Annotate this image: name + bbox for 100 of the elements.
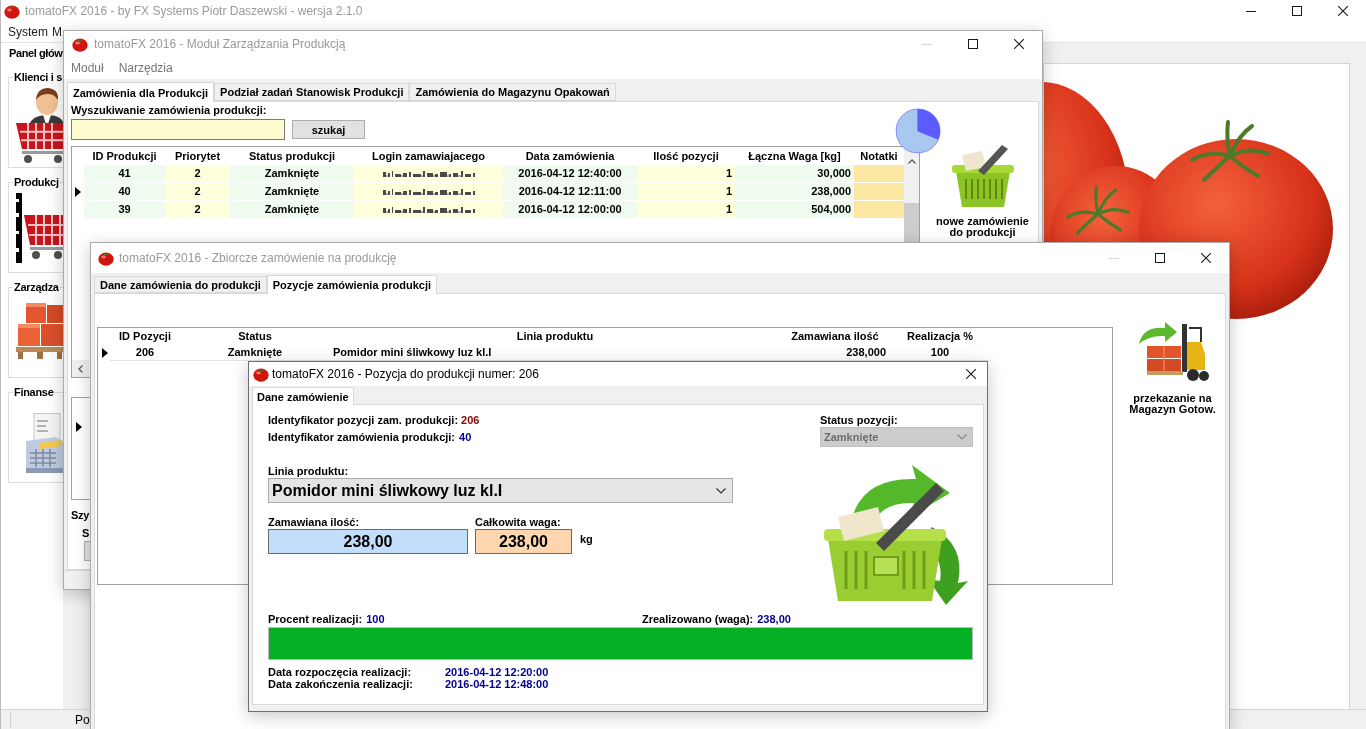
unit-label: kg bbox=[580, 533, 593, 545]
table-cell: Zamknięte bbox=[180, 345, 330, 361]
table-cell: 1 bbox=[637, 165, 735, 183]
table-cell: 2016-04-12 12:40:00 bbox=[503, 165, 637, 183]
basket-icon bbox=[949, 145, 1016, 209]
column-header: Data zamówienia bbox=[524, 149, 616, 164]
tomato-icon bbox=[72, 36, 88, 52]
field-label: Zrealizowano (waga): bbox=[642, 612, 754, 626]
table-cell: 2016-04-12 12:11:00 bbox=[503, 183, 637, 201]
window-title: tomatoFX 2016 - Pozycja do produkcji numer: 206 bbox=[272, 366, 539, 382]
column-header: Linia produktu bbox=[515, 329, 595, 344]
weight-field[interactable]: 238,00 bbox=[475, 529, 572, 554]
table-cell: Zamknięte bbox=[230, 165, 354, 183]
chevron-up-icon bbox=[907, 158, 916, 164]
forklift-icon bbox=[1136, 320, 1209, 382]
field-label: Data zakończenia realizacji: bbox=[268, 678, 413, 691]
tomato-icon bbox=[4, 3, 20, 19]
field-label: Całkowita waga: bbox=[475, 515, 562, 529]
column-header: Łączna Waga [kg] bbox=[747, 149, 842, 164]
menu-item[interactable]: M bbox=[52, 24, 62, 40]
table-cell: 40 bbox=[84, 183, 165, 201]
tomato-icon bbox=[98, 250, 114, 266]
table-cell: 1 bbox=[637, 183, 735, 201]
menu-item[interactable]: Narzędzia bbox=[118, 60, 173, 76]
column-header: Priorytet bbox=[173, 149, 222, 164]
field-value: 2016-04-12 12:48:00 bbox=[445, 677, 549, 691]
quantity-field[interactable]: 238,00 bbox=[268, 529, 468, 554]
field-label: Linia produktu: bbox=[268, 464, 350, 478]
product-line-dropdown[interactable]: Pomidor mini śliwkowy luz kl.I bbox=[268, 478, 733, 503]
field-label: Zamawiana ilość: bbox=[268, 515, 361, 529]
field-value: 238,00 bbox=[757, 612, 791, 626]
table-cell: 41 bbox=[84, 165, 165, 183]
panel-title: Panel głów bbox=[9, 46, 63, 60]
group-label: Klienci i s bbox=[13, 70, 64, 84]
group-label: Finanse bbox=[13, 385, 55, 399]
table-cell: 39 bbox=[84, 201, 165, 219]
table-cell: 238,000 bbox=[735, 183, 854, 201]
table-cell: 100 bbox=[890, 345, 990, 361]
scroll-left-button[interactable] bbox=[72, 360, 89, 377]
search-field[interactable] bbox=[71, 119, 285, 140]
tab[interactable]: Podział zadań Stanowisk Produkcji bbox=[214, 83, 410, 101]
status-dropdown: Zamknięte bbox=[820, 427, 973, 447]
tab[interactable]: Dane zamówienie bbox=[252, 387, 354, 405]
table-cell: Pomidor mini śliwkowy luz kl.I bbox=[330, 345, 780, 361]
column-header: Zamawiana ilość bbox=[790, 329, 880, 344]
chevron-left-icon bbox=[78, 364, 83, 373]
tomato-icon bbox=[253, 366, 269, 382]
window-title: tomatoFX 2016 - by FX Systems Piotr Daszewski - wersja 2.1.0 bbox=[25, 3, 363, 19]
boxes-pallet-icon bbox=[16, 303, 64, 359]
field-label: Procent realizacji: bbox=[268, 612, 363, 626]
table-cell: 504,000 bbox=[735, 201, 854, 219]
new-order-button[interactable]: nowe zamówienie do produkcji bbox=[930, 145, 1035, 238]
column-header: Notatki bbox=[859, 149, 899, 164]
table-cell: 2 bbox=[165, 201, 230, 219]
column-header: Login zamawiajacego bbox=[370, 149, 487, 164]
table-cell: 206 bbox=[110, 345, 180, 361]
table-cell bbox=[854, 165, 904, 183]
table-cell: 1 bbox=[637, 201, 735, 219]
field-value: 2016-04-12 12:20:00 bbox=[445, 665, 549, 679]
table-cell bbox=[854, 183, 904, 201]
chevron-down-icon bbox=[957, 434, 967, 440]
tab[interactable]: Zamówienia dla Produkcji bbox=[67, 82, 215, 102]
column-header: Ilość pozycji bbox=[652, 149, 720, 164]
transfer-button[interactable]: przekazanie na Magazyn Gotow. bbox=[1120, 320, 1225, 415]
table-cell bbox=[854, 201, 904, 219]
field-label: Data rozpoczęcia realizacji: bbox=[268, 665, 412, 679]
search-label: Wyszukiwanie zamówienia produkcji: bbox=[71, 103, 268, 117]
field-label: Identyfikator zamówienia produkcji: bbox=[268, 429, 456, 444]
column-header: Status bbox=[237, 329, 273, 344]
section-label: Szy bbox=[71, 508, 90, 522]
table-cell: 238,000 bbox=[780, 345, 890, 361]
column-header: ID Pozycji bbox=[118, 329, 172, 344]
menu-item[interactable]: Moduł bbox=[71, 60, 104, 76]
column-header: ID Produkcji bbox=[91, 149, 158, 164]
table-cell: Zamknięte bbox=[230, 183, 354, 201]
chevron-down-icon bbox=[716, 487, 726, 494]
window-title: tomatoFX 2016 - Zbiorcze zamówienie na produkcję bbox=[119, 250, 397, 266]
column-header: Status produkcji bbox=[247, 149, 337, 164]
table-cell: 30,000 bbox=[735, 165, 854, 183]
field-value: 100 bbox=[366, 612, 385, 626]
table-cell: 2 bbox=[165, 183, 230, 201]
search-button[interactable]: szukaj bbox=[292, 120, 365, 139]
group-label: Produkcj bbox=[13, 175, 60, 189]
tab[interactable]: Pozycje zamówienia produkcji bbox=[266, 275, 438, 294]
tab[interactable]: Zamówienia do Magazynu Opakowań bbox=[409, 83, 616, 101]
column-header: Realizacja % bbox=[905, 329, 974, 344]
field-value: 206 bbox=[461, 412, 480, 427]
field-label: Identyfikator pozycji zam. produkcji: bbox=[268, 412, 459, 427]
status-text: Po bbox=[75, 711, 90, 728]
menu-item[interactable]: System bbox=[8, 24, 48, 40]
table-cell: Zamknięte bbox=[230, 201, 354, 219]
window-title: tomatoFX 2016 - Moduł Zarządzania Produkcją bbox=[94, 36, 346, 52]
group-label: Zarządza bbox=[13, 280, 60, 294]
field-label: Status pozycji: bbox=[820, 413, 899, 427]
table-cell: 2 bbox=[165, 165, 230, 183]
table-cell: 2016-04-12 12:00:00 bbox=[503, 201, 637, 219]
field-label: S bbox=[82, 526, 90, 540]
tab[interactable]: Dane zamówienia do produkcji bbox=[94, 276, 267, 293]
scroll-thumb[interactable] bbox=[904, 203, 919, 242]
field-value: 40 bbox=[459, 429, 472, 444]
